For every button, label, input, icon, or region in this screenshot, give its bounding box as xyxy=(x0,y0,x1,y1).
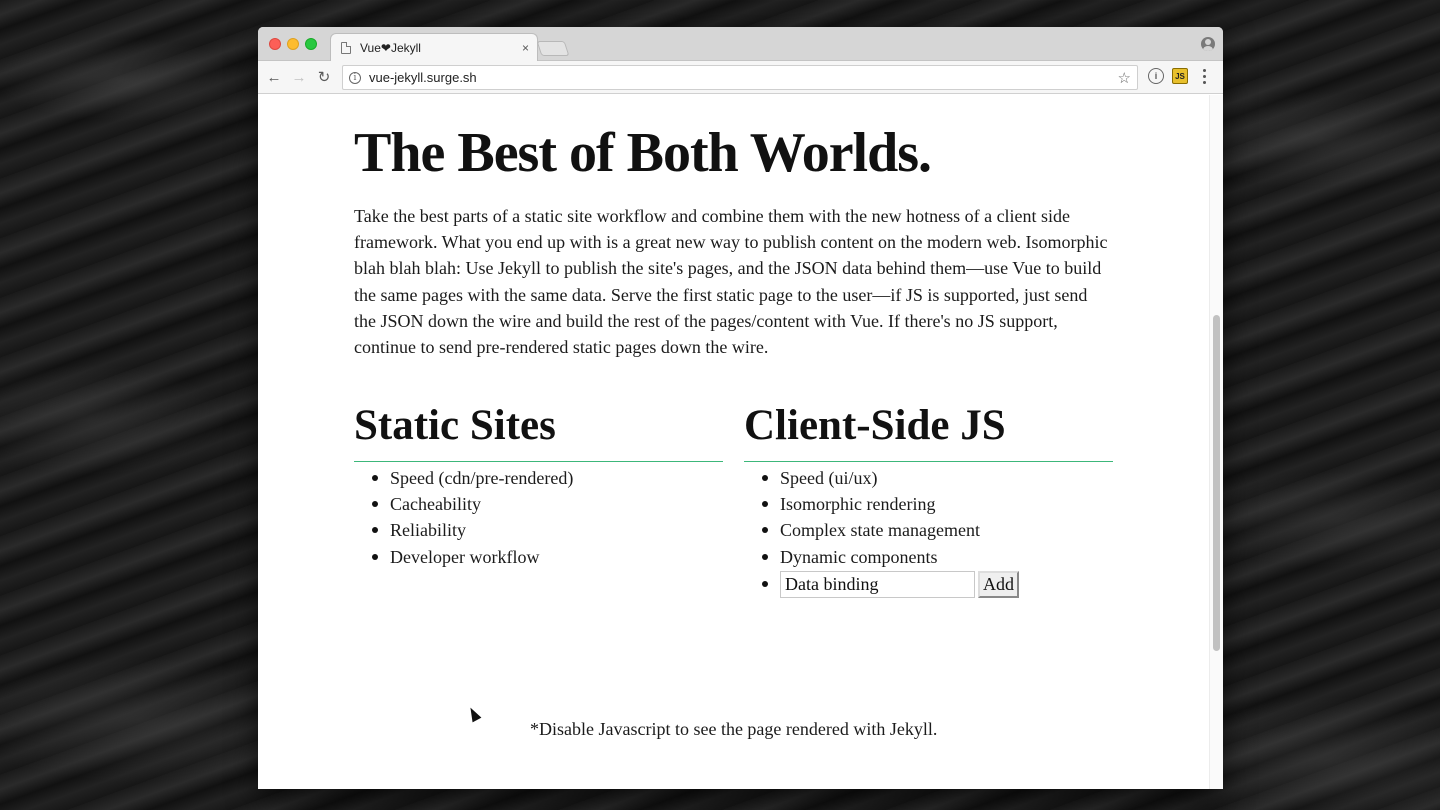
tab-title: Vue❤Jekyll xyxy=(360,41,421,55)
add-item-row: Add xyxy=(744,570,1113,598)
static-sites-heading: Static Sites xyxy=(354,401,723,462)
static-sites-list: Speed (cdn/pre-rendered) Cacheability Re… xyxy=(354,465,723,570)
browser-window: Vue❤Jekyll × ← → ↻ i vue-jekyll.surge.sh… xyxy=(258,27,1223,789)
add-item-form: Add xyxy=(780,570,1113,598)
page-viewport: The Best of Both Worlds. Take the best p… xyxy=(258,95,1223,789)
bookmark-star-icon[interactable]: ☆ xyxy=(1118,69,1131,87)
list-item: Speed (ui/ux) xyxy=(744,465,1113,491)
reload-button[interactable]: ↻ xyxy=(313,66,335,88)
client-side-section: Client-Side JS Speed (ui/ux) Isomorphic … xyxy=(744,401,1113,598)
client-side-heading: Client-Side JS xyxy=(744,401,1113,462)
list-item: Speed (cdn/pre-rendered) xyxy=(354,465,723,491)
site-info-icon[interactable]: i xyxy=(349,71,361,84)
list-item: Isomorphic rendering xyxy=(744,491,1113,517)
footnote: *Disable Javascript to see the page rend… xyxy=(530,719,938,739)
zoom-window-button[interactable] xyxy=(305,38,317,50)
close-window-button[interactable] xyxy=(269,38,281,50)
list-item: Cacheability xyxy=(354,491,723,517)
intro-paragraph: Take the best parts of a static site wor… xyxy=(354,206,1108,358)
browser-toolbar: ← → ↻ i vue-jekyll.surge.sh ☆ i JS xyxy=(258,61,1223,94)
url-text[interactable]: vue-jekyll.surge.sh xyxy=(369,70,1118,85)
address-bar[interactable]: i vue-jekyll.surge.sh ☆ xyxy=(342,65,1138,90)
list-item: Developer workflow xyxy=(354,544,723,570)
tab-vue-jekyll[interactable]: Vue❤Jekyll × xyxy=(330,33,538,62)
browser-menu-icon[interactable] xyxy=(1196,67,1212,85)
back-button[interactable]: ← xyxy=(263,66,285,88)
page-title: The Best of Both Worlds. xyxy=(354,122,932,184)
window-controls xyxy=(269,38,317,50)
minimize-window-button[interactable] xyxy=(287,38,299,50)
new-tab-button[interactable] xyxy=(536,41,570,56)
list-item: Reliability xyxy=(354,517,723,543)
add-button[interactable]: Add xyxy=(978,570,1019,598)
close-tab-icon[interactable]: × xyxy=(522,42,529,54)
forward-button[interactable]: → xyxy=(288,66,310,88)
static-sites-section: Static Sites Speed (cdn/pre-rendered) Ca… xyxy=(354,401,723,570)
list-item: Complex state management xyxy=(744,517,1113,543)
profile-icon[interactable] xyxy=(1201,37,1215,51)
new-item-input[interactable] xyxy=(780,570,975,598)
tab-strip: Vue❤Jekyll × xyxy=(258,27,1223,62)
scrollbar-track[interactable] xyxy=(1209,95,1223,789)
extension-info-icon[interactable]: i xyxy=(1148,68,1164,84)
client-side-list: Speed (ui/ux) Isomorphic rendering Compl… xyxy=(744,465,1113,598)
scrollbar-thumb[interactable] xyxy=(1213,315,1220,651)
page-icon xyxy=(341,42,351,54)
list-item: Dynamic components xyxy=(744,544,1113,570)
extension-js-icon[interactable]: JS xyxy=(1172,68,1188,84)
